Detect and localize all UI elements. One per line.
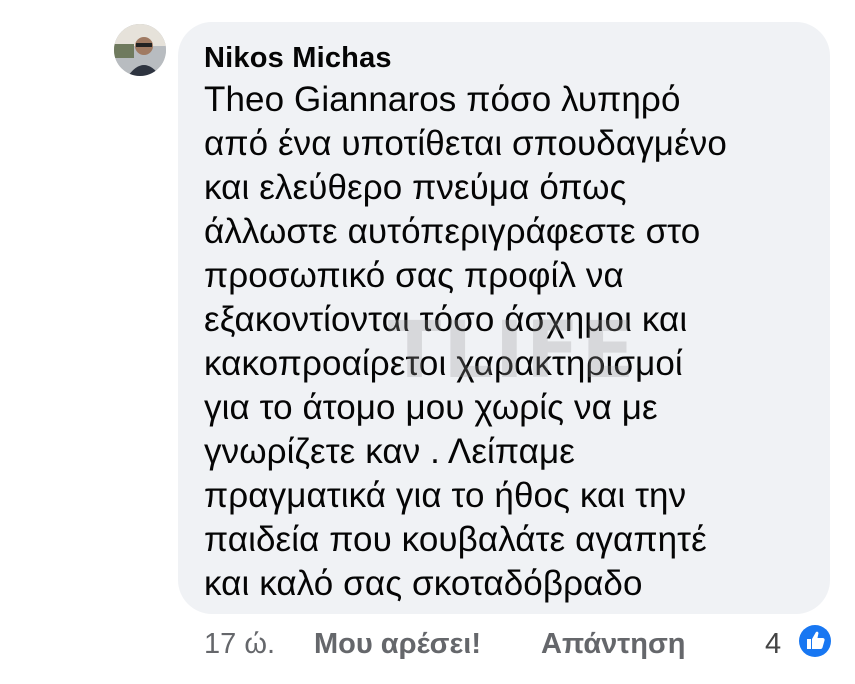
comment-line: από ένα υποτίθεται σπουδαγμένο: [204, 124, 727, 163]
comment-screenshot: Nikos Michas Theo Giannaros πόσο λυπηρό …: [0, 0, 855, 684]
comment-line: και ελεύθερο πνεύμα όπως: [204, 168, 627, 207]
mention-link[interactable]: Theo Giannaros: [204, 80, 456, 119]
comment-actions: 17 ώ. Μου αρέσει! Απάντηση 4: [204, 622, 834, 666]
reaction-count[interactable]: 4: [765, 628, 781, 661]
like-button[interactable]: Μου αρέσει!: [314, 628, 481, 661]
comment-line: παιδεία που κουβαλάτε αγαπητέ: [204, 520, 707, 559]
avatar[interactable]: [114, 24, 166, 76]
comment-line: γνωρίζετε καν . Λείπαμε: [204, 432, 575, 471]
comment-author[interactable]: Nikos Michas: [204, 42, 810, 74]
timestamp[interactable]: 17 ώ.: [204, 628, 275, 661]
comment-line: κακοπροαίρετοι χαρακτηρισμοί: [204, 344, 683, 383]
comment-text: Theo Giannaros πόσο λυπηρό από ένα υποτί…: [204, 78, 810, 606]
comment-line: άλλωστε αυτόπεριγράφεστε στο: [204, 212, 701, 251]
comment-line: και καλό σας σκοταδόβραδο: [204, 564, 643, 603]
reply-button[interactable]: Απάντηση: [541, 628, 686, 661]
thumbs-up-icon[interactable]: [796, 622, 834, 660]
comment-bubble: Nikos Michas Theo Giannaros πόσο λυπηρό …: [178, 22, 830, 614]
comment-line: για το άτομο μου χωρίς να με: [204, 388, 658, 427]
comment-line: πόσο λυπηρό: [456, 80, 681, 119]
comment-line: πραγματικά για το ήθος και την: [204, 476, 687, 515]
comment-line: εξακοντίονται τόσο άσχημοι και: [204, 300, 688, 339]
comment-line: προσωπικό σας προφίλ να: [204, 256, 624, 295]
